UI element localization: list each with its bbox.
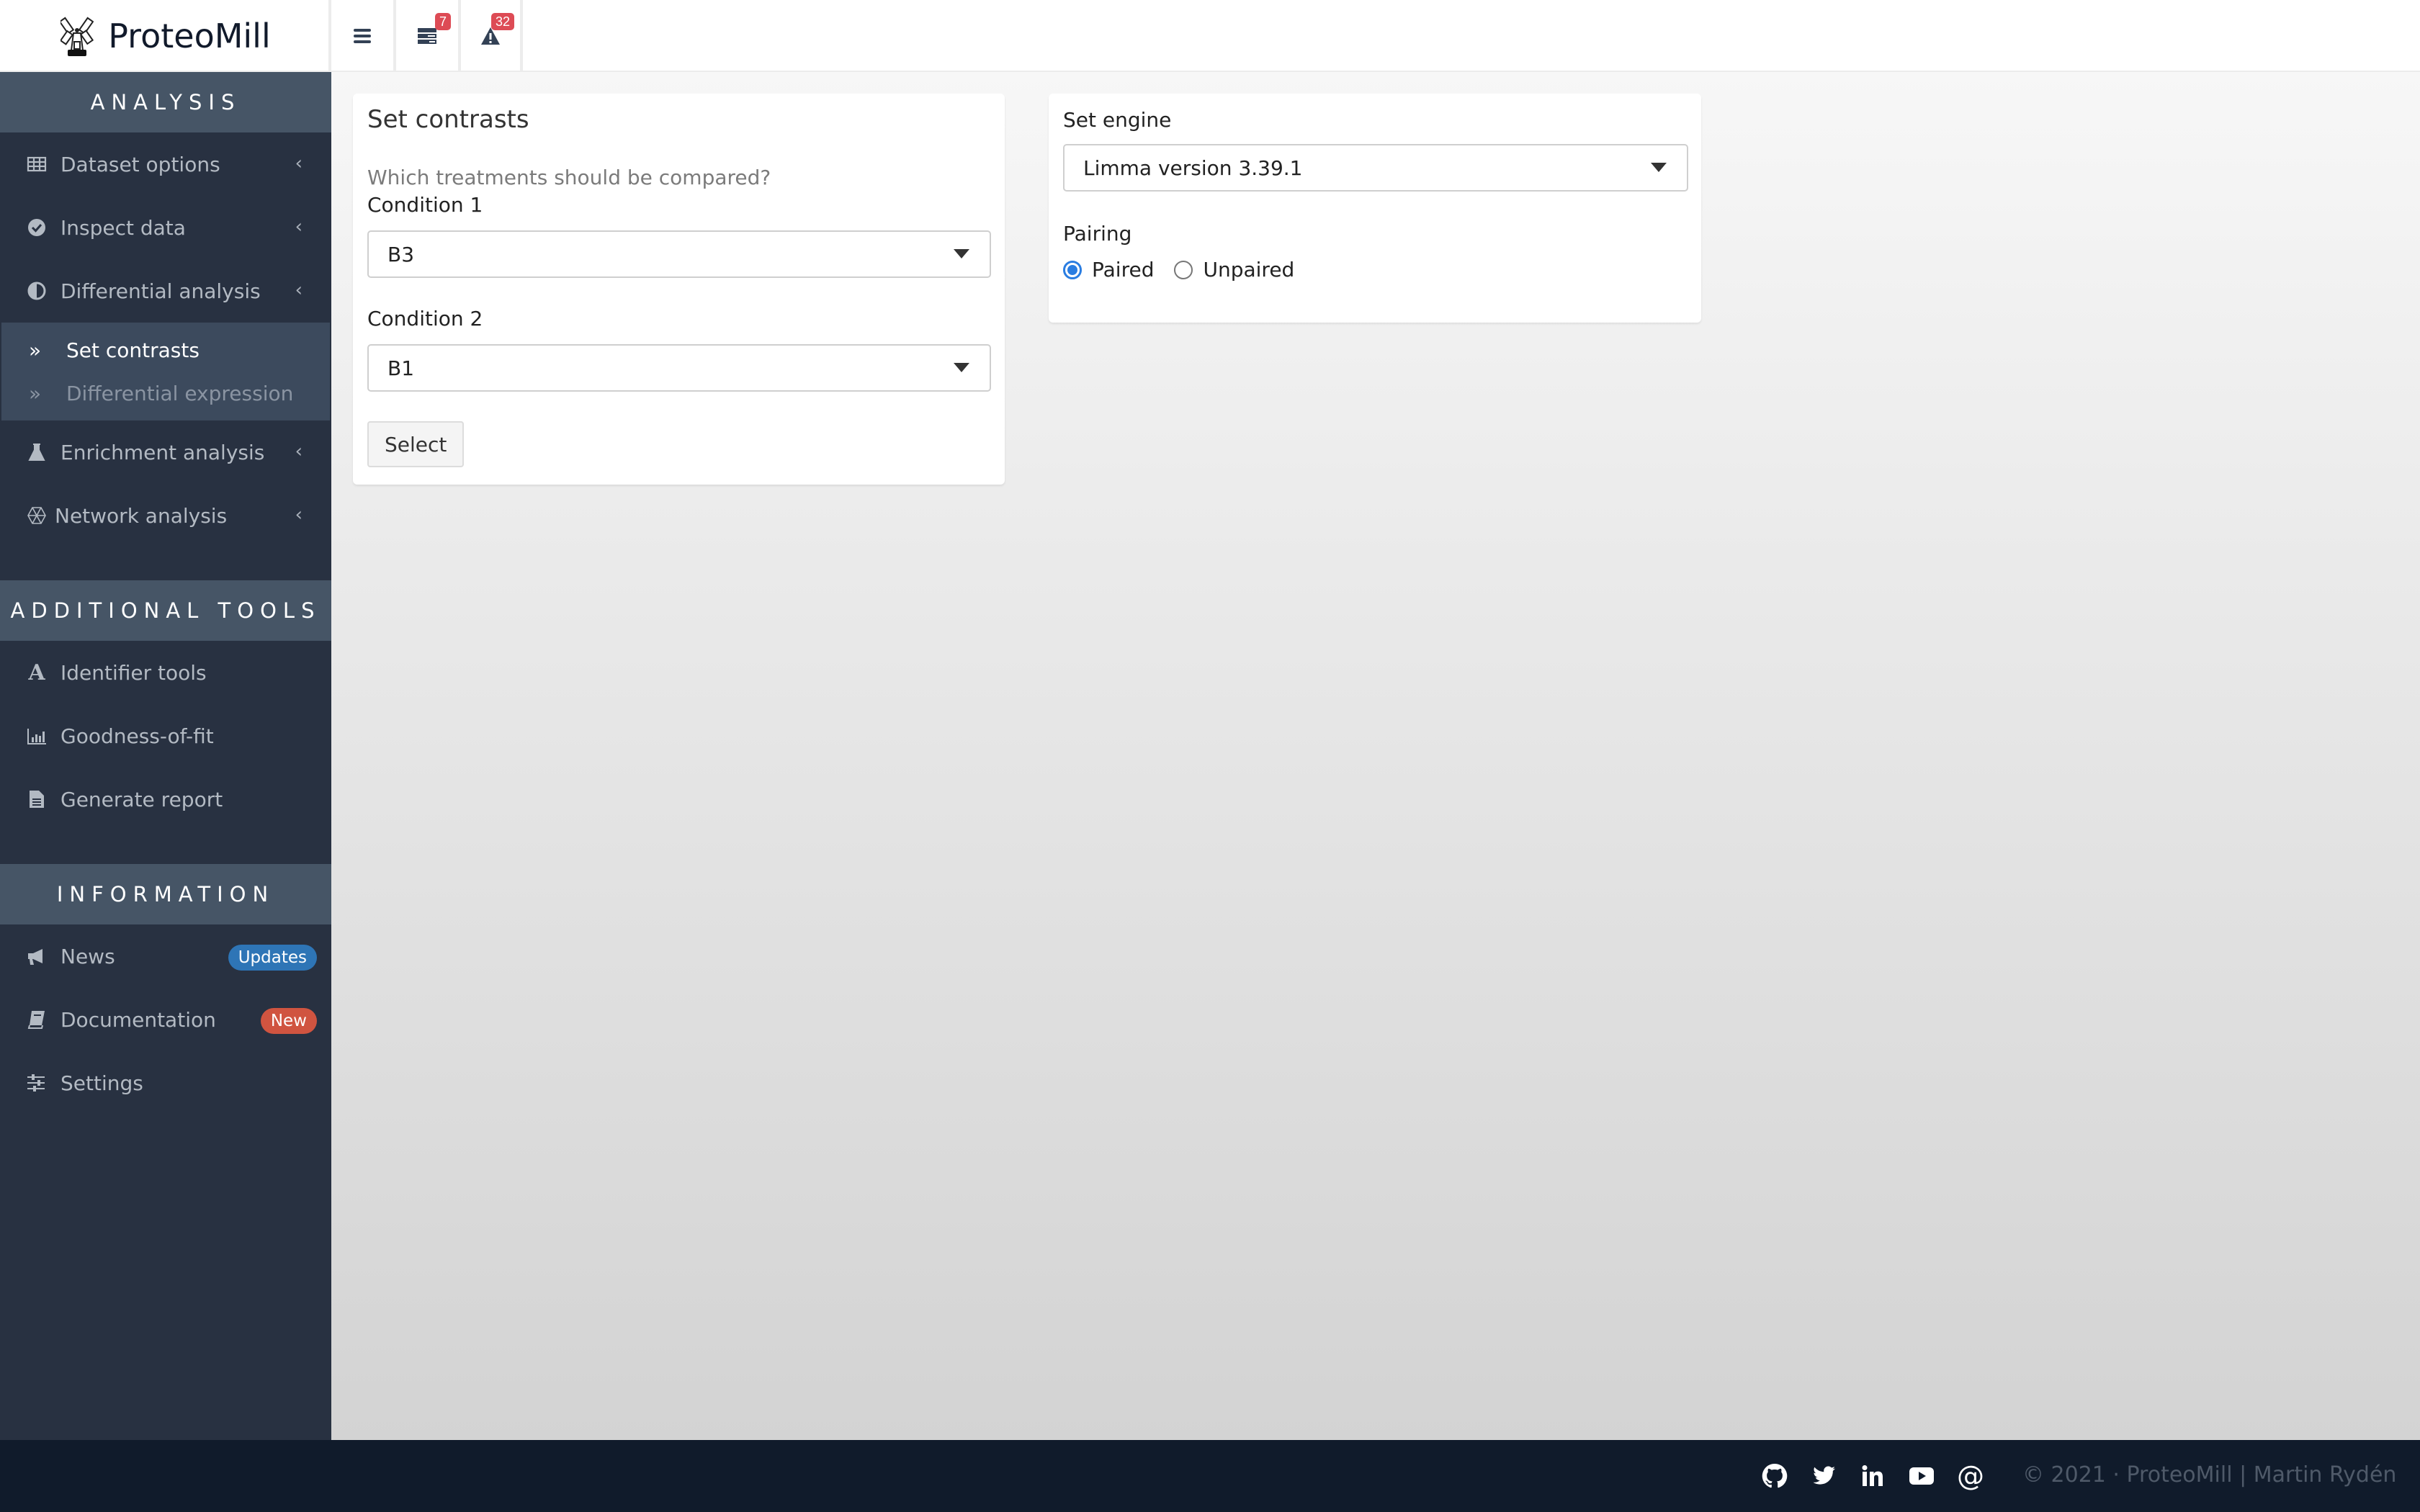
condition1-select[interactable]: B3 bbox=[367, 230, 991, 278]
check-circle-icon bbox=[26, 217, 48, 238]
file-icon bbox=[26, 788, 48, 810]
condition2-value: B1 bbox=[387, 356, 415, 380]
section-header-additional-tools: ADDITIONAL TOOLS bbox=[0, 580, 331, 641]
chevron-left-icon: ‹ bbox=[295, 279, 302, 301]
sidebar-item-settings[interactable]: Settings bbox=[0, 1051, 331, 1115]
sidebar-item-label: Goodness-of-fit bbox=[60, 724, 214, 748]
sidebar-subitem-label: Set contrasts bbox=[66, 338, 200, 362]
sidebar-toggle-button[interactable] bbox=[328, 0, 393, 72]
condition2-label: Condition 2 bbox=[367, 307, 483, 330]
sidebar-item-label: Generate report bbox=[60, 787, 223, 811]
chevron-left-icon: ‹ bbox=[295, 441, 302, 462]
bullhorn-icon bbox=[26, 945, 48, 967]
copyright-text: © 2021 · ProteoMill | Martin Rydén bbox=[2022, 1462, 2397, 1488]
flask-icon bbox=[26, 441, 48, 463]
set-engine-card: Set engine Limma version 3.39.1 Pairing … bbox=[1049, 94, 1701, 323]
sliders-icon bbox=[26, 1072, 48, 1094]
font-icon: A bbox=[28, 660, 45, 685]
dropdown-caret-icon bbox=[954, 249, 969, 258]
table-icon bbox=[26, 153, 48, 175]
sidebar-item-documentation[interactable]: Documentation New bbox=[0, 988, 331, 1051]
sidebar-item-dataset-options[interactable]: Dataset options ‹ bbox=[0, 132, 331, 196]
dropdown-caret-icon bbox=[1651, 163, 1667, 172]
double-chevron-right-icon: » bbox=[29, 381, 42, 405]
sidebar-item-label: Network analysis bbox=[55, 503, 228, 528]
email-icon[interactable]: @ bbox=[1956, 1460, 1985, 1492]
radio-paired[interactable]: Paired bbox=[1063, 258, 1154, 282]
tasks-badge: 7 bbox=[435, 13, 452, 30]
condition1-value: B3 bbox=[387, 242, 415, 266]
set-contrasts-card: Set contrasts Which treatments should be… bbox=[353, 94, 1005, 485]
sidebar-item-news[interactable]: News Updates bbox=[0, 924, 331, 988]
tasks-button[interactable]: 7 bbox=[393, 0, 458, 72]
adjust-icon bbox=[26, 280, 48, 302]
sidebar-item-label: Differential analysis bbox=[60, 279, 261, 303]
sidebar-item-label: Documentation bbox=[60, 1007, 216, 1032]
network-icon bbox=[26, 505, 48, 526]
section-header-analysis: ANALYSIS bbox=[0, 72, 331, 132]
bar-chart-icon bbox=[26, 725, 48, 747]
condition2-select[interactable]: B1 bbox=[367, 344, 991, 392]
radio-label: Paired bbox=[1092, 258, 1155, 282]
new-badge: New bbox=[260, 1008, 317, 1034]
footer: @ © 2021 · ProteoMill | Martin Rydén bbox=[0, 1440, 2420, 1512]
tasks-icon bbox=[418, 28, 436, 44]
differential-analysis-submenu: » Set contrasts » Differential expressio… bbox=[1, 323, 330, 420]
radio-button-selected[interactable] bbox=[1063, 260, 1082, 279]
sidebar-item-differential-analysis[interactable]: Differential analysis ‹ bbox=[0, 259, 331, 323]
book-icon bbox=[26, 1009, 48, 1030]
twitter-icon[interactable] bbox=[1809, 1462, 1838, 1490]
chevron-left-icon: ‹ bbox=[295, 216, 302, 238]
sidebar: ANALYSIS Dataset options ‹ Inspect data … bbox=[0, 72, 331, 1440]
sidebar-item-label: Identifier tools bbox=[60, 660, 207, 685]
radio-unpaired[interactable]: Unpaired bbox=[1174, 258, 1294, 282]
select-button[interactable]: Select bbox=[367, 421, 465, 467]
chevron-left-icon: ‹ bbox=[295, 504, 302, 526]
sidebar-subitem-set-contrasts[interactable]: » Set contrasts bbox=[1, 328, 330, 372]
app-logo[interactable]: ProteoMill bbox=[0, 0, 331, 72]
sidebar-item-label: Settings bbox=[60, 1071, 143, 1095]
warnings-button[interactable]: 32 bbox=[458, 0, 523, 72]
linkedin-icon[interactable] bbox=[1858, 1462, 1887, 1490]
dropdown-caret-icon bbox=[954, 363, 969, 372]
sidebar-item-identifier-tools[interactable]: A Identifier tools bbox=[0, 641, 331, 704]
youtube-icon[interactable] bbox=[1907, 1462, 1936, 1490]
engine-label: Set engine bbox=[1063, 108, 1172, 132]
section-header-information: INFORMATION bbox=[0, 864, 331, 924]
double-chevron-right-icon: » bbox=[29, 338, 42, 362]
social-links: @ bbox=[1760, 1460, 1985, 1492]
github-icon[interactable] bbox=[1760, 1462, 1789, 1490]
chevron-left-icon: ‹ bbox=[295, 153, 302, 174]
sidebar-item-inspect-data[interactable]: Inspect data ‹ bbox=[0, 196, 331, 259]
engine-select[interactable]: Limma version 3.39.1 bbox=[1063, 144, 1688, 192]
top-header: ProteoMill 7 32 bbox=[0, 0, 2420, 72]
card-title: Set contrasts bbox=[367, 105, 529, 134]
pairing-radio-group: Paired Unpaired bbox=[1063, 258, 1294, 282]
windmill-icon bbox=[60, 17, 94, 56]
radio-button[interactable] bbox=[1174, 260, 1193, 279]
hamburger-icon bbox=[354, 29, 371, 43]
sidebar-item-label: Dataset options bbox=[60, 152, 220, 176]
pairing-label: Pairing bbox=[1063, 222, 1132, 246]
engine-value: Limma version 3.39.1 bbox=[1083, 156, 1303, 180]
app-title: ProteoMill bbox=[108, 17, 271, 55]
sidebar-item-label: Inspect data bbox=[60, 215, 186, 240]
sidebar-item-label: Enrichment analysis bbox=[60, 440, 265, 464]
sidebar-item-network-analysis[interactable]: Network analysis ‹ bbox=[0, 484, 331, 547]
sidebar-item-label: News bbox=[60, 944, 115, 968]
warnings-badge: 32 bbox=[491, 13, 515, 30]
main-content: Set contrasts Which treatments should be… bbox=[331, 72, 2420, 1440]
sidebar-item-generate-report[interactable]: Generate report bbox=[0, 768, 331, 831]
comparison-question: Which treatments should be compared? bbox=[367, 166, 771, 189]
sidebar-item-goodness-of-fit[interactable]: Goodness-of-fit bbox=[0, 704, 331, 768]
radio-label: Unpaired bbox=[1203, 258, 1295, 282]
sidebar-subitem-label: Differential expression bbox=[66, 381, 294, 405]
sidebar-item-enrichment-analysis[interactable]: Enrichment analysis ‹ bbox=[0, 420, 331, 484]
sidebar-subitem-differential-expression[interactable]: » Differential expression bbox=[1, 372, 330, 415]
updates-badge: Updates bbox=[228, 945, 317, 971]
condition1-label: Condition 1 bbox=[367, 193, 483, 217]
